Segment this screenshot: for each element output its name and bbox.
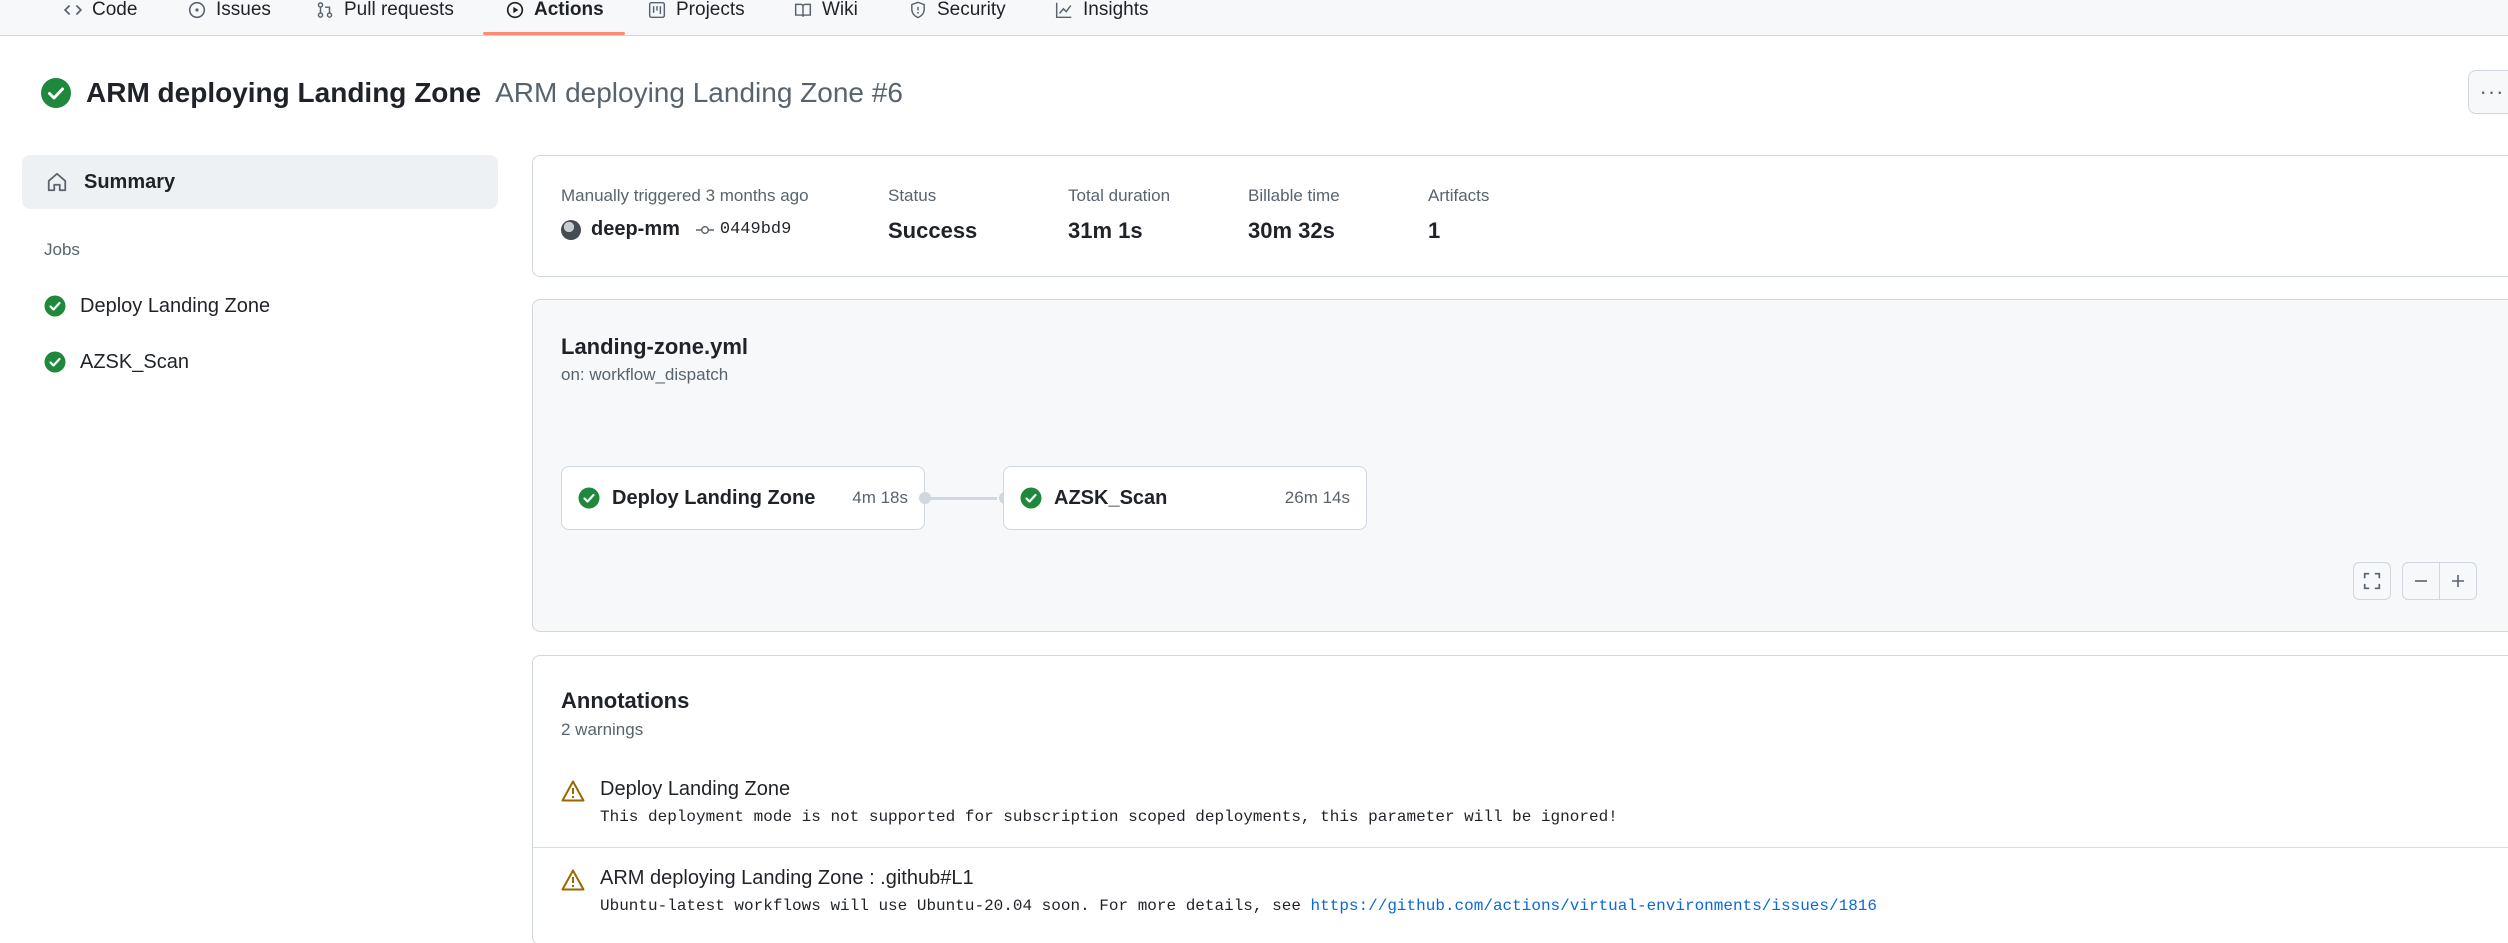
fullscreen-button[interactable]: [2353, 562, 2391, 600]
annotation-message-text: This deployment mode is not supported fo…: [600, 808, 1618, 826]
sidebar-item-deploy-landing-zone[interactable]: Deploy Landing Zone: [44, 290, 270, 322]
workflow-name: ARM deploying Landing Zone: [86, 77, 482, 108]
annotations-card: Annotations 2 warnings Deploy Landing Zo…: [532, 655, 2508, 943]
zoom-in-button[interactable]: [2439, 562, 2477, 600]
graph-job-duration: 26m 14s: [1284, 488, 1350, 507]
book-icon: [794, 1, 812, 19]
graph-job-deploy-landing-zone[interactable]: Deploy Landing Zone 4m 18s: [561, 466, 925, 530]
billable-info: Billable time 30m 32s: [1248, 186, 1340, 244]
tab-security[interactable]: Security: [909, 0, 1006, 28]
warning-icon: [561, 869, 585, 891]
commit-icon: [695, 225, 714, 234]
pull-request-icon: [316, 1, 334, 19]
run-title: ARM deploying Landing Zone #6: [495, 77, 903, 108]
active-tab-underline: [483, 32, 625, 35]
tab-wiki-label: Wiki: [822, 0, 858, 20]
sidebar-item-azsk-scan[interactable]: AZSK_Scan: [44, 346, 189, 378]
sidebar-item-summary-label: Summary: [84, 170, 176, 193]
commit-link[interactable]: 0449bd9: [695, 220, 792, 239]
actor-name[interactable]: deep-mm: [591, 218, 680, 241]
tab-pull-requests-label: Pull requests: [344, 0, 454, 20]
graph-icon: [1055, 1, 1073, 19]
code-icon: [64, 1, 82, 19]
issue-icon: [188, 1, 206, 19]
sidebar-item-summary[interactable]: Summary: [22, 155, 498, 209]
graph-job-name: AZSK_Scan: [1054, 486, 1168, 509]
workflow-file-name[interactable]: Landing-zone.yml: [561, 334, 748, 360]
repo-nav: Code Issues Pull requests Actions Projec…: [0, 0, 2508, 36]
graph-connector-line: [925, 497, 997, 500]
graph-job-azsk-scan[interactable]: AZSK_Scan 26m 14s: [1003, 466, 1367, 530]
annotation-link[interactable]: https://github.com/actions/virtual-envir…: [1311, 897, 1878, 915]
run-summary-card: Manually triggered 3 months ago deep-mm …: [532, 155, 2508, 277]
shield-icon: [909, 1, 927, 19]
success-check-icon: [44, 351, 66, 373]
tab-projects-label: Projects: [676, 0, 745, 20]
sidebar-job-label: Deploy Landing Zone: [80, 294, 271, 317]
success-check-icon: [578, 487, 600, 509]
success-check-icon: [1020, 487, 1042, 509]
avatar[interactable]: [561, 219, 581, 240]
annotations-count: 2 warnings: [561, 720, 644, 739]
annotations-title: Annotations: [561, 688, 690, 713]
tab-insights-label: Insights: [1083, 0, 1149, 20]
play-icon: [506, 1, 524, 19]
billable-value: 30m 32s: [1248, 218, 1335, 243]
more-options-button[interactable]: ···: [2468, 70, 2508, 114]
annotation-message: This deployment mode is not supported fo…: [600, 808, 1618, 826]
annotation-message-text: Ubuntu-latest workflows will use Ubuntu-…: [600, 897, 1311, 915]
annotation-message: Ubuntu-latest workflows will use Ubuntu-…: [600, 897, 1877, 915]
success-check-icon: [44, 295, 66, 317]
annotation-job: ARM deploying Landing Zone: [600, 867, 864, 889]
annotation-divider: [533, 847, 2508, 848]
duration-info: Total duration 31m 1s: [1068, 186, 1170, 244]
sidebar-job-label: AZSK_Scan: [80, 350, 189, 373]
workflow-trigger: on: workflow_dispatch: [561, 365, 729, 384]
duration-value: 31m 1s: [1068, 218, 1143, 243]
tab-wiki[interactable]: Wiki: [794, 0, 858, 28]
workflow-graph-card: Landing-zone.yml on: workflow_dispatch D…: [532, 299, 2508, 632]
graph-job-duration: 4m 18s: [852, 488, 908, 507]
trigger-label: Manually triggered 3 months ago: [561, 186, 809, 205]
artifacts-label: Artifacts: [1428, 186, 1490, 205]
run-header: ARM deploying Landing Zone ARM deploying…: [40, 76, 903, 110]
warning-icon: [561, 780, 585, 802]
status-info: Status Success: [888, 186, 977, 244]
tab-actions-label: Actions: [534, 0, 604, 20]
tab-insights[interactable]: Insights: [1055, 0, 1148, 28]
billable-label: Billable time: [1248, 186, 1340, 205]
status-value: Success: [888, 218, 978, 243]
annotation-heading[interactable]: ARM deploying Landing Zone : .github#L1: [600, 867, 974, 890]
plus-icon: [2452, 575, 2464, 587]
annotation-job: Deploy Landing Zone: [600, 778, 791, 800]
commit-sha: 0449bd9: [719, 220, 792, 239]
trigger-info: Manually triggered 3 months ago deep-mm …: [561, 186, 809, 241]
success-check-icon: [41, 78, 71, 108]
tab-issues[interactable]: Issues: [188, 0, 271, 28]
graph-job-name: Deploy Landing Zone: [612, 486, 816, 509]
sidebar-jobs-heading: Jobs: [44, 240, 80, 259]
duration-label: Total duration: [1068, 186, 1171, 205]
tab-issues-label: Issues: [216, 0, 271, 20]
project-icon: [648, 1, 666, 19]
tab-actions[interactable]: Actions: [506, 0, 604, 28]
artifacts-value[interactable]: 1: [1428, 218, 1489, 244]
home-icon: [47, 172, 67, 192]
kebab-icon: ···: [2479, 79, 2505, 104]
zoom-out-button[interactable]: [2402, 562, 2440, 600]
tab-projects[interactable]: Projects: [648, 0, 745, 28]
artifacts-info: Artifacts 1: [1428, 186, 1489, 244]
tab-pull-requests[interactable]: Pull requests: [316, 0, 454, 28]
minus-icon: [2415, 580, 2427, 582]
actor-row: deep-mm 0449bd9: [561, 218, 809, 241]
tab-code-label: Code: [92, 0, 138, 20]
tab-code[interactable]: Code: [64, 0, 137, 28]
fullscreen-icon: [2363, 572, 2381, 590]
annotation-location: : .github#L1: [863, 867, 974, 889]
status-label: Status: [888, 186, 937, 205]
annotation-heading[interactable]: Deploy Landing Zone: [600, 778, 790, 801]
tab-security-label: Security: [937, 0, 1006, 20]
